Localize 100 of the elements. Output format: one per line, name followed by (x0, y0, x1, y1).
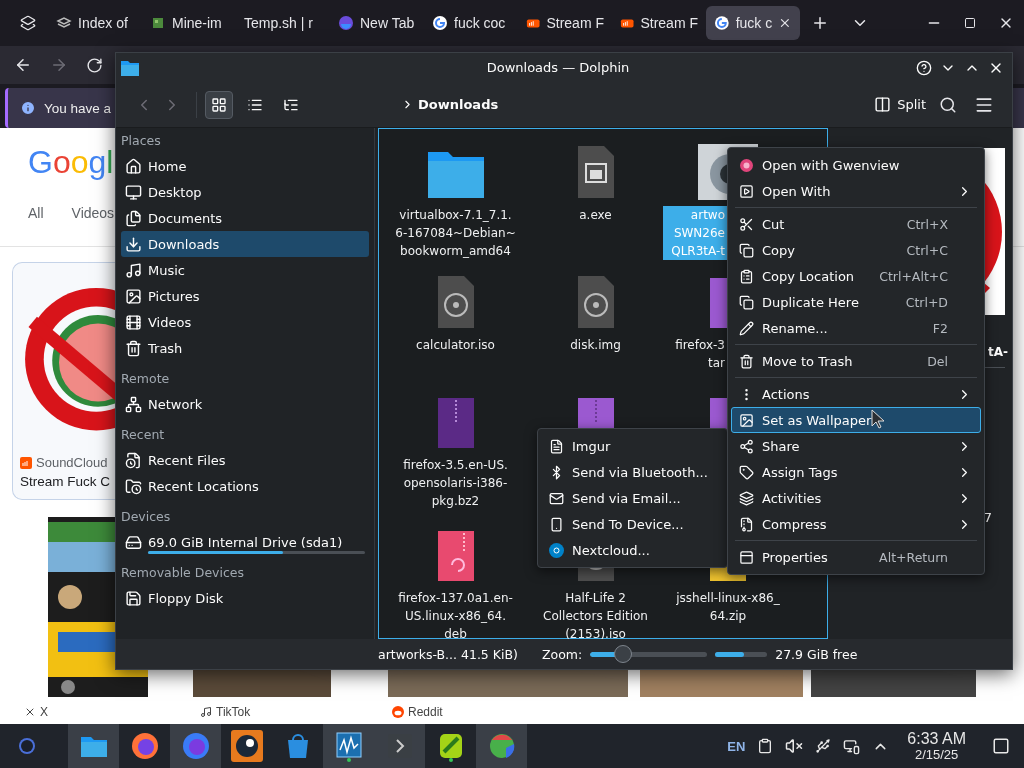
menu-item[interactable]: Set as Wallpaper (731, 407, 981, 433)
taskbar-app[interactable] (323, 724, 374, 768)
clipboard-icon[interactable] (757, 738, 774, 754)
menu-item[interactable]: Send via Email... (541, 485, 724, 511)
download-icon (125, 235, 142, 253)
menu-item[interactable]: Actions (731, 381, 981, 407)
places-item[interactable]: Recent Files (121, 447, 369, 473)
properties-icon (739, 549, 754, 565)
places-item[interactable]: Network (121, 391, 369, 417)
menu-item[interactable]: Activities (731, 485, 981, 511)
menu-item[interactable]: Open With (731, 178, 981, 204)
browser-tab[interactable]: Index of (48, 6, 142, 40)
result-card[interactable]: SoundCloud Stream Fuck C (12, 262, 115, 500)
file-name[interactable]: a.exe (579, 206, 612, 224)
file-name[interactable]: Half-Life 2 Collectors Edition (2153).iso (543, 589, 648, 643)
music-note-icon (125, 261, 142, 279)
breadcrumb[interactable]: Downloads (418, 97, 499, 112)
places-item[interactable]: Desktop (121, 179, 369, 205)
free-space-text: 27.9 GiB free (775, 646, 858, 662)
zoom-slider[interactable] (590, 644, 708, 664)
menu-item[interactable]: Share (731, 433, 981, 459)
places-item[interactable]: Documents (121, 205, 369, 231)
places-item[interactable]: Recent Locations (121, 473, 369, 499)
usb-icon[interactable] (815, 738, 832, 754)
browser-tab[interactable]: Temp.sh | r (236, 6, 330, 40)
places-item[interactable]: Trash (121, 335, 369, 361)
menu-item[interactable]: Cut Ctrl+X (731, 211, 981, 237)
menu-item[interactable]: Copy Location Ctrl+Alt+C (731, 263, 981, 289)
result-title[interactable]: Stream Fuck C (20, 474, 111, 489)
places-item[interactable]: Music (121, 257, 369, 283)
places-item[interactable]: Floppy Disk (121, 585, 369, 611)
menu-item[interactable]: Rename... F2 (731, 315, 981, 341)
help-icon[interactable] (916, 59, 932, 76)
browser-tab[interactable]: Mine-im (142, 6, 236, 40)
menu-item[interactable]: Duplicate Here Ctrl+D (731, 289, 981, 315)
keyboard-layout[interactable]: EN (727, 738, 746, 754)
places-item[interactable]: Pictures (121, 283, 369, 309)
network-icon (125, 395, 142, 413)
file-name[interactable]: firefox-3 tar (663, 336, 727, 372)
file-name[interactable]: firefox-137.0a1.en- US.linux-x86_64. deb (398, 589, 513, 643)
places-item[interactable]: Home (121, 153, 369, 179)
tag-icon (739, 464, 754, 480)
notification-text: You have a (44, 100, 112, 116)
menu-item[interactable]: Imgur (541, 433, 724, 459)
file-name[interactable]: calculator.iso (416, 336, 495, 354)
browser-tab[interactable]: fuck c (706, 6, 800, 40)
file-name[interactable]: firefox-3.5.en-US. opensolaris-i386- pkg.bz2 (403, 456, 508, 510)
steam-icon[interactable] (230, 730, 263, 762)
file-name[interactable]: jsshell-linux-x86_ 64.zip (676, 589, 780, 625)
menu-item[interactable]: Nextcloud... (541, 537, 724, 563)
clock[interactable]: 6:33 AM 2/15/25 (907, 730, 966, 762)
reload-icon[interactable] (86, 56, 103, 74)
monitor-icon (125, 183, 142, 201)
menu-item[interactable]: Properties Alt+Return (731, 544, 981, 570)
menu-item[interactable]: Open with Gwenview (731, 152, 981, 178)
file-name[interactable]: virtualbox-7.1_7.1. 6-167084~Debian~ bookworm_amd64 (395, 206, 516, 260)
split-button[interactable]: Split (870, 92, 930, 117)
site-link[interactable]: X (40, 705, 48, 719)
menu-item[interactable]: Send To Device... (541, 511, 724, 537)
section-heading: Recent (121, 426, 166, 444)
places-item[interactable]: 69.0 GiB Internal Drive (sda1) (121, 529, 369, 555)
split-columns-icon (874, 96, 892, 113)
cube-icon (150, 15, 166, 31)
slider-handle[interactable] (613, 645, 632, 663)
menu-item[interactable]: Assign Tags (731, 459, 981, 485)
muted-speaker-icon[interactable] (785, 737, 804, 755)
g-logo-icon (432, 15, 448, 31)
share-icon (739, 438, 754, 454)
home-icon (125, 157, 142, 175)
icons-view-button[interactable] (205, 90, 233, 119)
menu-item[interactable]: Compress (731, 511, 981, 537)
browser-tab[interactable]: fuck coc (424, 6, 518, 40)
places-item[interactable]: Videos (121, 309, 369, 335)
search-filter-tab[interactable]: All (28, 205, 44, 221)
menu-item[interactable]: Move to Trash Del (731, 348, 981, 374)
copy-icon (739, 242, 754, 258)
status-text: artworks-B... 41.5 KiB) (378, 646, 518, 662)
search-filter-tab[interactable]: Videos (71, 205, 115, 221)
menu-item[interactable]: Send via Bluetooth... (541, 459, 724, 485)
scissors-icon (739, 216, 754, 232)
places-item[interactable]: Downloads (121, 231, 369, 257)
show-desktop-icon[interactable] (992, 737, 1010, 755)
clipboard-icon (739, 268, 754, 284)
film-icon (125, 313, 142, 331)
browser-tab[interactable]: Stream F (612, 6, 706, 40)
flower-icon (739, 157, 754, 173)
browser-tab[interactable]: New Tab (330, 6, 424, 40)
close-icon[interactable] (778, 16, 792, 30)
taskbar-app[interactable] (68, 724, 119, 768)
window-title: Downloads — Dolphin (485, 60, 630, 75)
mail-icon (549, 490, 564, 506)
file-name[interactable]: disk.img (570, 336, 621, 354)
browser-tab[interactable]: Stream F (518, 6, 612, 40)
site-link[interactable]: TikTok (216, 705, 251, 719)
menu-item[interactable]: Copy Ctrl+C (731, 237, 981, 263)
grid-icon (211, 96, 227, 113)
back-icon[interactable] (14, 56, 32, 74)
site-link[interactable]: Reddit (408, 705, 443, 719)
info-icon (20, 100, 36, 116)
network-icon[interactable] (843, 737, 861, 755)
